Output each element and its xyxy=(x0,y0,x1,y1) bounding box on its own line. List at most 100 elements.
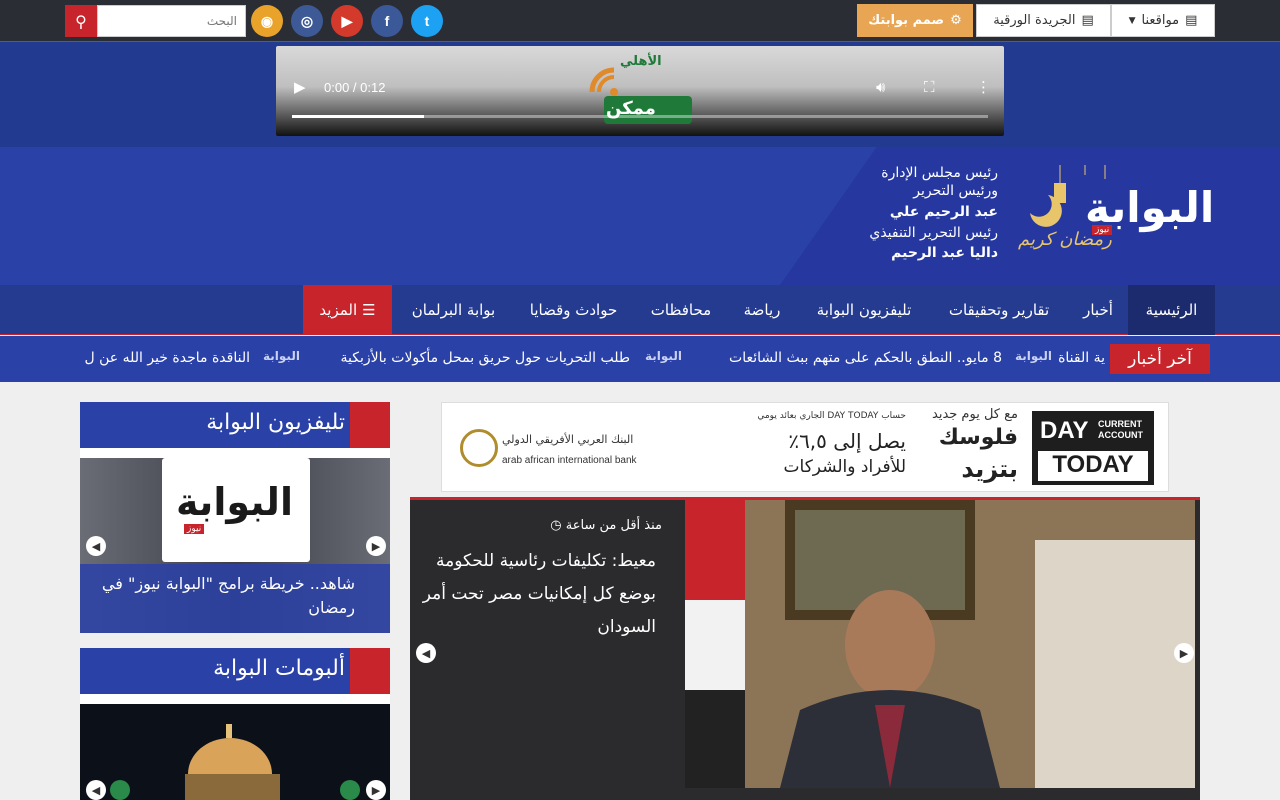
ticker-item[interactable]: الناقدة ماجدة خير الله عن ل xyxy=(70,350,250,366)
video-progress-bar[interactable] xyxy=(292,115,988,118)
slide-timestamp: منذ أقل من ساعة ◷ xyxy=(420,518,662,533)
design-portal-label: صمم بوابتك xyxy=(868,13,945,28)
tv-logo-tag: نيوز xyxy=(184,524,205,534)
day-today-day: DAY xyxy=(1040,417,1089,444)
bank-ad-line6: للأفراد والشركات xyxy=(783,457,906,477)
video-ad-strip: الأهلي ممكن ▶ 0:00 / 0:12 🔊︎ ⛶ ⋮ xyxy=(0,42,1280,147)
credit-chairman-name: عبد الرحيم علي xyxy=(889,204,998,220)
news-ticker: ية القناة البوابة 8 مايو.. النطق بالحكم … xyxy=(0,336,1280,382)
ticker-brand-mark: البوابة xyxy=(645,349,682,363)
top-bar: ⚲ ◉ ◎ ▶ f t ⚙ صمم بوابتك ▤ الجريدة الورق… xyxy=(0,0,1280,42)
nav-item-tv[interactable]: تليفزيون البوابة xyxy=(798,285,930,335)
albums-widget: ألبومات البوابة ◀ ▶ xyxy=(80,648,390,800)
nav-item-governorates[interactable]: محافظات xyxy=(636,285,726,335)
design-portal-button[interactable]: ⚙ صمم بوابتك xyxy=(857,4,973,37)
search-button[interactable]: ⚲ xyxy=(65,5,97,37)
more-options-icon[interactable]: ⋮ xyxy=(976,78,991,96)
bank-ad-line4: حساب DAY TODAY الجاري بعائد يومي xyxy=(757,411,906,421)
tv-thumbnail[interactable]: البوابة نيوز شاهد.. خريطة برامج "البوابة… xyxy=(80,458,390,633)
bank-name-ar: البنك العربي الأفريقي الدولي xyxy=(502,433,634,446)
rss-icon[interactable]: ◉ xyxy=(251,5,283,37)
nav-more-button[interactable]: ☰ المزيد xyxy=(303,285,392,335)
nav-item-home[interactable]: الرئيسية xyxy=(1128,285,1215,335)
day-today-current: CURRENT xyxy=(1098,419,1142,429)
print-paper-label: الجريدة الورقية xyxy=(993,13,1076,28)
album-next-arrow[interactable]: ▶ xyxy=(366,780,386,800)
bank-name-en: arab african international bank xyxy=(502,455,637,466)
newspaper-icon: ▤ xyxy=(1081,13,1094,28)
header-accent xyxy=(350,402,390,448)
slide-time-text: منذ أقل من ساعة xyxy=(565,518,662,533)
albums-widget-header: ألبومات البوابة xyxy=(80,648,390,694)
bank-ad-banner[interactable]: DAY CURRENT ACCOUNT TODAY مع كل يوم جديد… xyxy=(441,402,1169,492)
credit-chairman-label: رئيس مجلس الإدارة xyxy=(881,165,998,181)
header-accent xyxy=(350,648,390,694)
album-thumbnail[interactable]: ◀ ▶ xyxy=(80,704,390,800)
logo-caption: رمضان كريم xyxy=(1018,229,1112,250)
video-time: 0:00 / 0:12 xyxy=(324,80,386,95)
ticker-brand-mark: البوابة xyxy=(1015,349,1052,363)
nav-item-accidents[interactable]: حوادث وقضايا xyxy=(515,285,632,335)
featured-slider: منذ أقل من ساعة ◷ معيط: تكليفات رئاسية ل… xyxy=(410,497,1200,800)
facebook-icon[interactable]: f xyxy=(371,5,403,37)
fullscreen-icon[interactable]: ⛶ xyxy=(924,78,935,96)
nav-item-parliament[interactable]: بوابة البرلمان xyxy=(396,285,511,335)
tv-widget-title[interactable]: تليفزيون البوابة xyxy=(206,410,345,435)
credit-exec-editor-label: رئيس التحرير التنفيذي xyxy=(869,225,998,241)
video-player[interactable]: الأهلي ممكن ▶ 0:00 / 0:12 🔊︎ ⛶ ⋮ xyxy=(276,46,1004,136)
albums-widget-title[interactable]: ألبومات البوابة xyxy=(213,656,345,681)
bank-ad-line3: بتزيد xyxy=(961,455,1018,483)
instagram-icon[interactable]: ◎ xyxy=(291,5,323,37)
mosque-photo xyxy=(80,704,390,800)
site-logo[interactable]: البوابة نيوز رمضان كريم xyxy=(1010,165,1214,265)
play-icon[interactable]: ▶ xyxy=(294,78,306,96)
ticker-item[interactable]: 8 مايو.. النطق بالحكم على متهم ببث الشائ… xyxy=(690,350,1002,366)
newspaper-icon: ▤ xyxy=(1185,13,1198,28)
bank-ad-line1: مع كل يوم جديد xyxy=(932,407,1018,422)
youtube-icon[interactable]: ▶ xyxy=(331,5,363,37)
ticker-label: آخر أخبار xyxy=(1110,344,1210,374)
album-prev-arrow[interactable]: ◀ xyxy=(86,780,106,800)
search-input[interactable] xyxy=(97,5,246,37)
featured-image[interactable] xyxy=(685,500,1195,788)
bank-ad-line5: يصل إلى ٦,٥٪ xyxy=(788,429,906,453)
slider-prev-arrow[interactable]: ◀ xyxy=(416,643,436,663)
nav-item-news[interactable]: أخبار xyxy=(1070,285,1126,335)
menu-icon: ☰ xyxy=(362,301,376,319)
tv-prev-arrow[interactable]: ◀ xyxy=(86,536,106,556)
our-sites-dropdown[interactable]: ▤ مواقعنا ▼ xyxy=(1111,4,1215,37)
search-icon: ⚲ xyxy=(75,11,87,31)
twitter-icon[interactable]: t xyxy=(411,5,443,37)
gears-icon: ⚙ xyxy=(950,13,962,28)
caret-down-icon: ▼ xyxy=(1128,15,1136,26)
tv-widget-header: تليفزيون البوابة xyxy=(80,402,390,448)
clock-icon: ◷ xyxy=(550,518,562,533)
tv-logo-card: البوابة نيوز xyxy=(162,458,310,562)
day-today-account: ACCOUNT xyxy=(1098,430,1143,440)
main-nav: الرئيسية أخبار تقارير وتحقيقات تليفزيون … xyxy=(0,285,1280,335)
site-header: البوابة نيوز رمضان كريم رئيس مجلس الإدار… xyxy=(0,147,1280,285)
bank-logo-icon xyxy=(460,429,498,467)
day-today-logo: DAY CURRENT ACCOUNT TODAY xyxy=(1032,411,1154,485)
video-progress-fill xyxy=(292,115,425,118)
day-today-today: TODAY xyxy=(1038,451,1148,481)
print-paper-button[interactable]: ▤ الجريدة الورقية xyxy=(976,4,1111,37)
slide-headline[interactable]: معيط: تكليفات رئاسية للحكومة بوضع كل إمك… xyxy=(412,545,656,644)
volume-icon[interactable]: 🔊︎ xyxy=(876,78,885,96)
ticker-brand-mark: البوابة xyxy=(263,349,300,363)
tv-next-arrow[interactable]: ▶ xyxy=(366,536,386,556)
slider-next-arrow[interactable]: ▶ xyxy=(1174,643,1194,663)
ad-brand-text: الأهلي xyxy=(620,54,662,69)
nav-item-sports[interactable]: رياضة xyxy=(730,285,794,335)
credit-exec-editor-name: داليا عبد الرحيم xyxy=(891,245,998,261)
our-sites-label: مواقعنا xyxy=(1141,13,1180,28)
tv-logo-text: البوابة xyxy=(176,480,293,524)
minister-photo xyxy=(685,500,1195,788)
tv-caption[interactable]: شاهد.. خريطة برامج "البوابة نيوز" في رمض… xyxy=(85,572,355,620)
bank-ad-line2: فلوسك xyxy=(938,425,1018,450)
nav-more-label: المزيد xyxy=(319,301,358,319)
credit-editor-label: ورئيس التحرير xyxy=(913,183,998,199)
tv-widget: تليفزيون البوابة البوابة نيوز شاهد.. خري… xyxy=(80,402,390,633)
ticker-item[interactable]: طلب التحريات حول حريق بمحل مأكولات بالأز… xyxy=(305,350,630,366)
nav-item-reports[interactable]: تقارير وتحقيقات xyxy=(934,285,1064,335)
